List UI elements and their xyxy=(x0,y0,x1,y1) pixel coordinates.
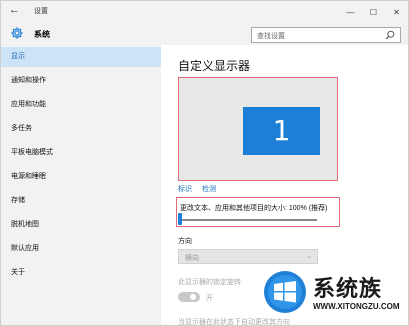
monitor-tile[interactable]: 1 xyxy=(243,107,320,155)
sidebar-item-default-apps[interactable]: 默认应用 xyxy=(1,239,161,259)
back-arrow-icon[interactable]: ← xyxy=(9,4,20,16)
sidebar-item-offline-maps[interactable]: 脱机地图 xyxy=(1,215,161,235)
lock-rotation-label: 此显示器的锁定旋转 xyxy=(178,279,241,286)
search-icon[interactable] xyxy=(385,30,395,40)
orientation-label: 方向 xyxy=(178,238,192,245)
windows-logo-icon xyxy=(264,271,306,313)
sidebar-item-storage[interactable]: 存储 xyxy=(1,191,161,211)
lock-rotation-toggle[interactable] xyxy=(178,292,200,302)
window-title: 设置 xyxy=(34,8,48,15)
watermark-url: WWW.XITONGZU.COM xyxy=(313,302,400,311)
scale-setting: 更改文本、应用和其他项目的大小: 100% (推荐) xyxy=(176,197,340,227)
page-title: 自定义显示器 xyxy=(178,59,251,73)
sidebar-item-notifications[interactable]: 通知和操作 xyxy=(1,71,161,91)
orientation-dropdown[interactable]: 横向 ⌄ xyxy=(178,249,318,264)
identify-link[interactable]: 标识 xyxy=(178,186,192,193)
search-input[interactable]: 查找设置 xyxy=(251,27,401,43)
scale-slider-track[interactable] xyxy=(180,219,317,221)
toggle-knob xyxy=(190,294,196,300)
chevron-down-icon: ⌄ xyxy=(306,253,312,260)
title-bar: ← 设置 — ☐ ✕ xyxy=(1,1,408,23)
settings-window: ← 设置 — ☐ ✕ 系统 查找设置 显示 通知和操作 应用和功能 多任务 平板… xyxy=(0,0,409,326)
sidebar-item-multitasking[interactable]: 多任务 xyxy=(1,119,161,139)
scale-label: 更改文本、应用和其他项目的大小: 100% (推荐) xyxy=(180,205,328,212)
sidebar-item-apps[interactable]: 应用和功能 xyxy=(1,95,161,115)
display-links: 标识 检测 xyxy=(178,184,224,194)
sidebar: 显示 通知和操作 应用和功能 多任务 平板电脑模式 电源和睡眠 存储 脱机地图 … xyxy=(1,45,161,325)
settings-header: 系统 查找设置 xyxy=(1,23,408,45)
sidebar-item-tablet-mode[interactable]: 平板电脑模式 xyxy=(1,143,161,163)
window-controls: — ☐ ✕ xyxy=(339,1,408,23)
toggle-state-label: 开 xyxy=(206,295,213,302)
display-preview: 1 xyxy=(178,77,338,181)
sidebar-item-display[interactable]: 显示 xyxy=(1,47,161,67)
search-placeholder: 查找设置 xyxy=(257,33,285,40)
maximize-button[interactable]: ☐ xyxy=(362,1,385,23)
detect-link[interactable]: 检测 xyxy=(202,186,216,193)
watermark-brand: 系统族 xyxy=(313,277,383,302)
watermark: 系统族 WWW.XITONGZU.COM xyxy=(263,268,408,325)
close-button[interactable]: ✕ xyxy=(385,1,408,23)
sidebar-item-power-sleep[interactable]: 电源和睡眠 xyxy=(1,167,161,187)
gear-icon xyxy=(11,27,23,39)
scale-slider-thumb[interactable] xyxy=(178,213,182,225)
minimize-button[interactable]: — xyxy=(339,1,362,23)
category-title: 系统 xyxy=(34,30,50,39)
sidebar-item-about[interactable]: 关于 xyxy=(1,263,161,283)
orientation-value: 横向 xyxy=(185,255,199,262)
